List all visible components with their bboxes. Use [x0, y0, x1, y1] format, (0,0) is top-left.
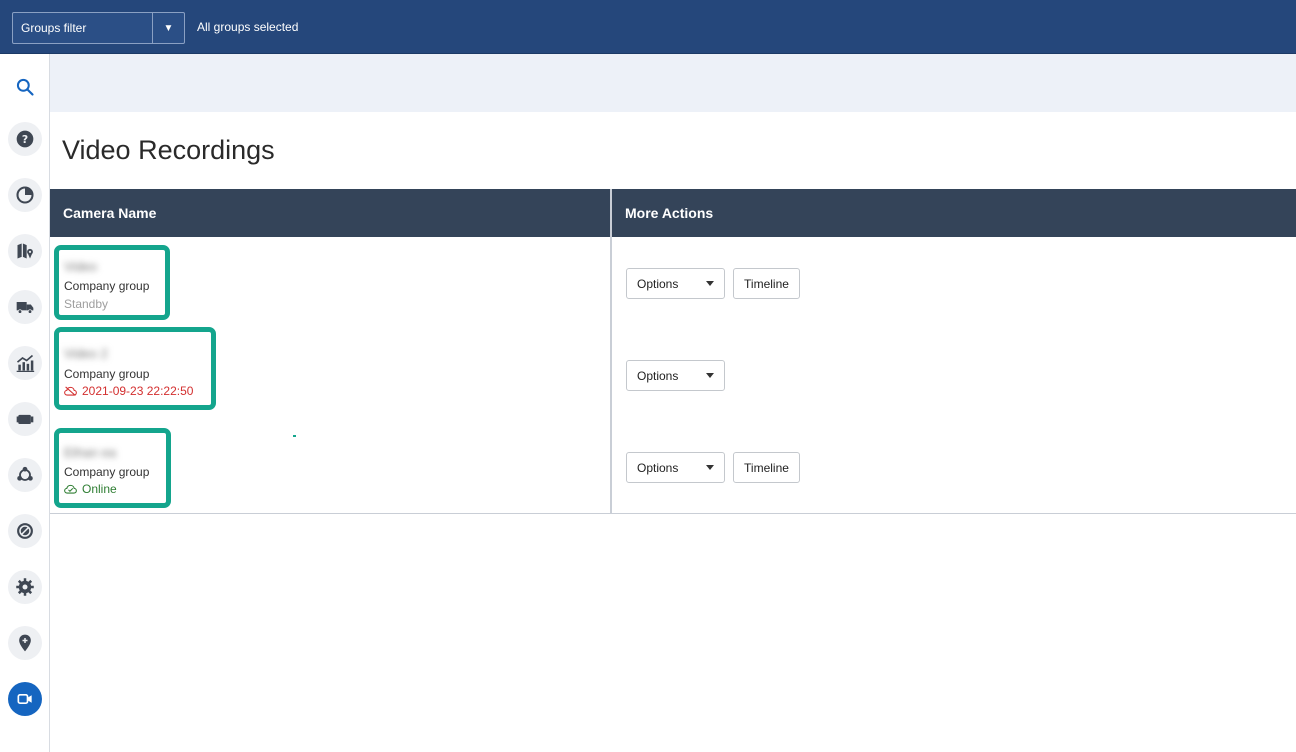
table-row-camera-cell[interactable]: Video 2 Company group 2021-09-23 22:22:5…: [54, 327, 216, 410]
camera-status-text: Standby: [64, 297, 109, 311]
zone-icon: [19, 634, 31, 652]
table-row-camera-cell[interactable]: Ethan ea Company group Online: [54, 428, 171, 508]
sidebar-item-dashboard[interactable]: [8, 178, 42, 212]
chevron-down-icon: [706, 465, 714, 470]
table-row-camera-cell[interactable]: Video Company group Standby: [54, 245, 170, 320]
sidebar-item-map[interactable]: [8, 234, 42, 268]
table-bottom-border: [50, 513, 1296, 514]
options-label: Options: [637, 460, 679, 475]
camera-status: Online: [64, 482, 117, 496]
sidebar-item-settings[interactable]: [8, 570, 42, 604]
sidebar-item-search[interactable]: [8, 70, 42, 104]
video-icon: [17, 694, 32, 704]
cloud-off-icon: [64, 386, 77, 396]
camera-status-text: Online: [82, 482, 117, 496]
groups-filter-select[interactable]: Groups filter ▼: [12, 12, 185, 44]
camera-icon: [16, 414, 34, 424]
row-actions: Options Timeline: [626, 452, 800, 483]
sidebar-item-video[interactable]: [8, 682, 42, 716]
camera-status-text: 2021-09-23 22:22:50: [82, 384, 194, 398]
camera-name[interactable]: Video: [64, 259, 97, 274]
timeline-button[interactable]: Timeline: [733, 452, 800, 483]
table-header: Camera Name More Actions: [50, 189, 1296, 237]
sidebar-item-help[interactable]: ?: [8, 122, 42, 156]
sidebar-item-zones[interactable]: [8, 626, 42, 660]
exceptions-icon: [17, 523, 33, 539]
search-icon: [16, 78, 34, 96]
settings-icon: [16, 578, 34, 596]
camera-status: Standby: [64, 297, 108, 311]
row-actions: Options Timeline: [626, 268, 800, 299]
camera-name[interactable]: Video 2: [64, 346, 108, 361]
sidebar-item-integrations[interactable]: [8, 458, 42, 492]
options-label: Options: [637, 276, 679, 291]
sidebar-item-vehicles[interactable]: [8, 290, 42, 324]
options-dropdown-button[interactable]: Options: [626, 268, 725, 299]
column-header-more-actions: More Actions: [625, 205, 714, 221]
svg-text:?: ?: [22, 133, 28, 146]
camera-group: Company group: [64, 465, 150, 479]
chevron-down-icon[interactable]: ▼: [152, 13, 184, 43]
dashboard-icon: [16, 186, 34, 204]
integrations-icon: [17, 466, 33, 481]
options-label: Options: [637, 368, 679, 383]
groups-filter-label: Groups filter: [21, 21, 87, 35]
map-icon: [17, 243, 33, 259]
sidebar-nav: ?: [0, 54, 50, 752]
help-icon: ?: [16, 130, 34, 148]
options-dropdown-button[interactable]: Options: [626, 360, 725, 391]
cursor-marker: [293, 435, 296, 437]
page-title: Video Recordings: [62, 135, 275, 165]
camera-group: Company group: [64, 279, 150, 293]
sub-header-bar: [50, 54, 1296, 112]
sidebar-item-exceptions[interactable]: [8, 514, 42, 548]
chevron-down-icon: [706, 281, 714, 286]
options-dropdown-button[interactable]: Options: [626, 452, 725, 483]
timeline-button[interactable]: Timeline: [733, 268, 800, 299]
truck-icon: [16, 302, 34, 314]
cloud-done-icon: [64, 484, 77, 494]
camera-group: Company group: [64, 367, 150, 381]
top-bar: Groups filter ▼ All groups selected: [0, 0, 1296, 54]
column-divider[interactable]: [610, 189, 612, 514]
chevron-down-icon: [706, 373, 714, 378]
column-header-camera-name[interactable]: Camera Name: [63, 189, 156, 237]
row-actions: Options: [626, 360, 725, 391]
groups-status-text: All groups selected: [197, 20, 299, 34]
reports-icon: [16, 354, 35, 372]
camera-name[interactable]: Ethan ea: [64, 445, 116, 460]
recordings-table: Camera Name More Actions Video Company g…: [50, 189, 1296, 514]
sidebar-item-reports[interactable]: [8, 346, 42, 380]
camera-status: 2021-09-23 22:22:50: [64, 384, 193, 398]
sidebar-item-cameras[interactable]: [8, 402, 42, 436]
